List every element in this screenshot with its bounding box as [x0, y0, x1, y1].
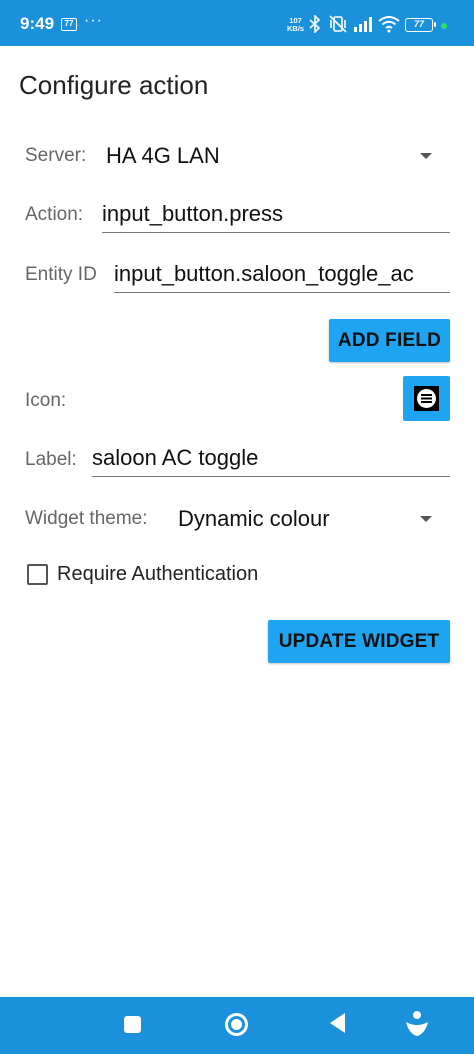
assistant-icon[interactable] — [405, 1010, 429, 1038]
format-align-justify-icon — [417, 389, 436, 408]
action-label: Action: — [25, 204, 84, 225]
navigation-bar — [0, 997, 474, 1054]
widget-theme-value: Dynamic colour — [178, 506, 330, 531]
label-field[interactable]: saloon AC toggle — [92, 440, 450, 478]
label-underline — [92, 476, 450, 477]
action-value: input_button.press — [102, 201, 284, 226]
widget-theme-dropdown[interactable]: Dynamic colour — [172, 499, 450, 539]
add-field-button[interactable]: ADD FIELD — [329, 319, 450, 362]
more-notifications-icon: ··· — [84, 12, 103, 29]
vibrate-icon — [329, 15, 347, 33]
server-value: HA 4G LAN — [106, 143, 220, 168]
entity-id-label: Entity ID — [25, 264, 97, 285]
wifi-icon — [378, 16, 400, 33]
widget-theme-label: Widget theme: — [25, 508, 148, 529]
entity-id-field[interactable]: input_button.saloon_toggle_ac — [114, 256, 450, 294]
label-value: saloon AC toggle — [92, 445, 259, 470]
action-underline — [102, 232, 450, 233]
recents-icon[interactable] — [124, 1016, 141, 1033]
icon-picker-button[interactable] — [403, 376, 450, 421]
label-label: Label: — [25, 449, 77, 470]
entity-id-value: input_button.saloon_toggle_ac — [114, 261, 414, 286]
status-time: 9:49 — [20, 14, 55, 33]
status-bar: 9:49 77 ··· 107 KB/s 77 — [0, 0, 474, 46]
icon-preview — [414, 386, 439, 411]
require-auth-checkbox[interactable] — [27, 564, 48, 585]
chevron-down-icon — [420, 516, 432, 522]
server-label: Server: — [25, 145, 87, 166]
back-icon[interactable] — [330, 1013, 345, 1033]
battery-icon: 77 — [405, 18, 436, 32]
network-speed: 107 KB/s — [287, 17, 304, 33]
icon-label: Icon: — [25, 390, 67, 411]
network-speed-unit: KB/s — [287, 24, 305, 33]
server-dropdown[interactable]: HA 4G LAN — [100, 136, 450, 176]
entity-id-underline — [114, 292, 450, 293]
signal-icon — [354, 17, 372, 32]
action-field[interactable]: input_button.press — [102, 196, 450, 234]
page-title: Configure action — [19, 70, 209, 100]
home-icon[interactable] — [225, 1013, 248, 1036]
bluetooth-icon — [309, 15, 321, 33]
privacy-indicator-icon — [441, 23, 447, 29]
notification-badge: 77 — [61, 18, 77, 31]
chevron-down-icon — [420, 153, 432, 159]
update-widget-button[interactable]: UPDATE WIDGET — [268, 620, 450, 663]
require-auth-label[interactable]: Require Authentication — [57, 563, 258, 586]
